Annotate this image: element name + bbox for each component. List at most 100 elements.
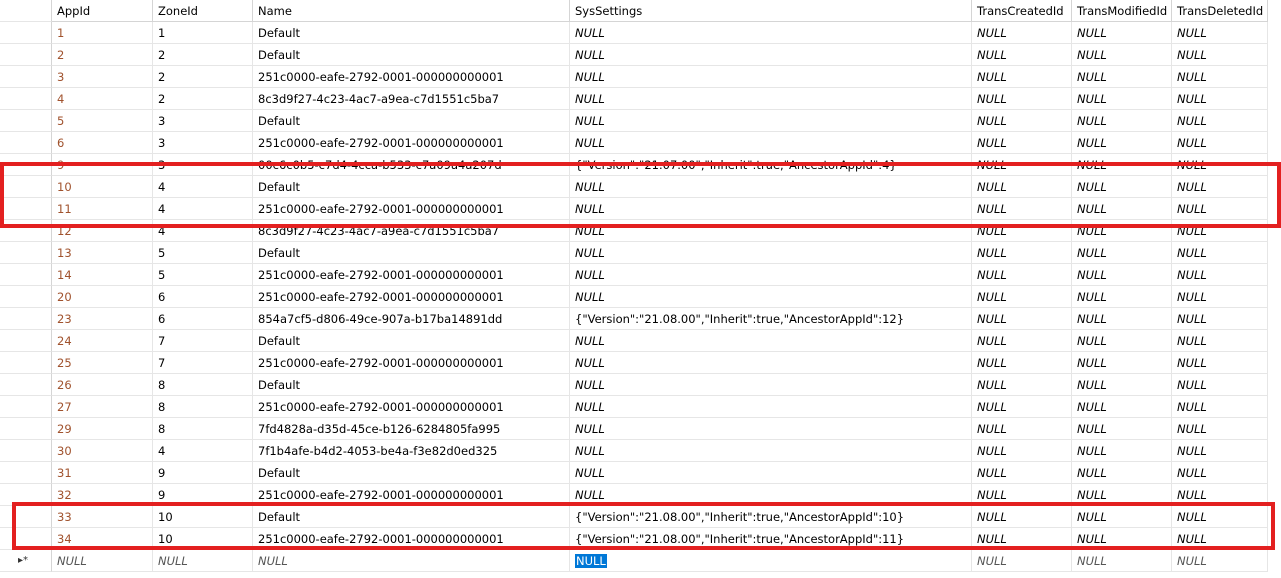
table-cell[interactable]: NULL <box>570 264 972 286</box>
row-selector[interactable] <box>0 286 52 308</box>
column-header-name[interactable]: Name <box>253 0 570 22</box>
table-cell[interactable]: 4 <box>153 176 253 198</box>
table-cell[interactable]: 26 <box>52 374 153 396</box>
table-row[interactable]: 33 10 Default {"Version":"21.08.00","Inheri… <box>0 506 1281 528</box>
table-cell[interactable]: 9 <box>52 154 153 176</box>
row-selector[interactable] <box>0 308 52 330</box>
table-cell[interactable]: NULL <box>1072 132 1172 154</box>
row-selector[interactable] <box>0 264 52 286</box>
table-cell[interactable]: NULL <box>1172 66 1268 88</box>
row-selector[interactable] <box>0 330 52 352</box>
table-cell[interactable]: 2 <box>153 44 253 66</box>
table-cell[interactable]: NULL <box>972 198 1072 220</box>
table-cell[interactable]: {"Version":"21.08.00","Inherit":true,"An… <box>570 528 972 550</box>
table-row[interactable]: 4 2 8c3d9f27-4c23-4ac7-a9ea-c7d1551c5ba7 NU… <box>0 88 1281 110</box>
table-cell[interactable]: NULL <box>972 286 1072 308</box>
table-cell[interactable]: NULL <box>570 44 972 66</box>
table-cell[interactable]: 11 <box>52 198 153 220</box>
table-cell[interactable]: Default <box>253 22 570 44</box>
table-row[interactable]: 5 3 Default NULL NULL NULL NULL <box>0 110 1281 132</box>
table-cell[interactable]: 3 <box>153 132 253 154</box>
table-cell[interactable]: NULL <box>972 396 1072 418</box>
table-cell[interactable]: 10 <box>52 176 153 198</box>
table-cell[interactable]: NULL <box>1172 154 1268 176</box>
row-selector[interactable] <box>0 396 52 418</box>
table-cell[interactable]: NULL <box>1172 286 1268 308</box>
table-cell[interactable]: 4 <box>52 88 153 110</box>
table-cell[interactable]: NULL <box>570 176 972 198</box>
table-cell[interactable]: 30 <box>52 440 153 462</box>
table-cell[interactable]: NULL <box>570 88 972 110</box>
row-selector[interactable] <box>0 528 52 550</box>
table-cell[interactable]: {"Version":"21.07.00","Inherit":true,"An… <box>570 154 972 176</box>
table-cell[interactable]: NULL <box>1172 22 1268 44</box>
row-selector[interactable] <box>0 110 52 132</box>
new-row-cell[interactable]: NULL <box>972 550 1072 572</box>
row-selector[interactable] <box>0 352 52 374</box>
table-cell[interactable]: 4 <box>153 440 253 462</box>
table-cell[interactable]: NULL <box>570 22 972 44</box>
table-cell[interactable]: 25 <box>52 352 153 374</box>
table-cell[interactable]: NULL <box>570 396 972 418</box>
table-cell[interactable]: 1 <box>52 22 153 44</box>
table-cell[interactable]: 7 <box>153 352 253 374</box>
table-cell[interactable]: NULL <box>570 198 972 220</box>
row-selector[interactable] <box>0 242 52 264</box>
table-cell[interactable]: 2 <box>52 44 153 66</box>
table-cell[interactable]: 251c0000-eafe-2792-0001-000000000001 <box>253 396 570 418</box>
table-row[interactable]: 29 8 7fd4828a-d35d-45ce-b126-6284805fa995 N… <box>0 418 1281 440</box>
table-cell[interactable]: NULL <box>570 132 972 154</box>
new-row-cell[interactable]: NULL <box>153 550 253 572</box>
table-cell[interactable]: 5 <box>52 110 153 132</box>
table-cell[interactable]: 6 <box>153 286 253 308</box>
table-cell[interactable]: NULL <box>972 462 1072 484</box>
table-cell[interactable]: NULL <box>1172 506 1268 528</box>
table-cell[interactable]: NULL <box>1072 198 1172 220</box>
table-cell[interactable]: NULL <box>1172 396 1268 418</box>
table-cell[interactable]: 8c3d9f27-4c23-4ac7-a9ea-c7d1551c5ba7 <box>253 88 570 110</box>
table-cell[interactable]: 3 <box>153 110 253 132</box>
table-cell[interactable]: 13 <box>52 242 153 264</box>
table-row[interactable]: 11 4 251c0000-eafe-2792-0001-000000000001 N… <box>0 198 1281 220</box>
table-cell[interactable]: NULL <box>1072 484 1172 506</box>
table-row[interactable]: 23 6 854a7cf5-d806-49ce-907a-b17ba14891dd{… <box>0 308 1281 330</box>
table-cell[interactable]: 8 <box>153 396 253 418</box>
table-row[interactable]: 6 3 251c0000-eafe-2792-0001-000000000001 NU… <box>0 132 1281 154</box>
table-cell[interactable]: NULL <box>1072 110 1172 132</box>
table-cell[interactable]: Default <box>253 374 570 396</box>
table-cell[interactable]: NULL <box>1172 352 1268 374</box>
column-header-transdeletedid[interactable]: TransDeletedId <box>1172 0 1268 22</box>
table-cell[interactable]: 251c0000-eafe-2792-0001-000000000001 <box>253 528 570 550</box>
table-row[interactable]: 20 6 251c0000-eafe-2792-0001-000000000001 N… <box>0 286 1281 308</box>
table-cell[interactable]: 4 <box>153 220 253 242</box>
table-cell[interactable]: 7f1b4afe-b4d2-4053-be4a-f3e82d0ed325 <box>253 440 570 462</box>
table-cell[interactable]: NULL <box>1072 396 1172 418</box>
table-cell[interactable]: 251c0000-eafe-2792-0001-000000000001 <box>253 66 570 88</box>
table-cell[interactable]: 854a7cf5-d806-49ce-907a-b17ba14891dd <box>253 308 570 330</box>
new-row-cell[interactable]: NULL <box>1172 550 1268 572</box>
table-cell[interactable]: NULL <box>570 418 972 440</box>
table-row[interactable]: 3 2 251c0000-eafe-2792-0001-000000000001 NU… <box>0 66 1281 88</box>
table-cell[interactable]: 23 <box>52 308 153 330</box>
table-cell[interactable]: 00c6c0b5-c7d4-4cca-b533-c7a09a4a207d <box>253 154 570 176</box>
table-cell[interactable]: NULL <box>1072 154 1172 176</box>
table-cell[interactable]: NULL <box>570 330 972 352</box>
table-row[interactable]: 12 4 8c3d9f27-4c23-4ac7-a9ea-c7d1551c5ba7 N… <box>0 220 1281 242</box>
table-cell[interactable]: 8 <box>153 374 253 396</box>
table-cell[interactable]: 251c0000-eafe-2792-0001-000000000001 <box>253 286 570 308</box>
table-cell[interactable]: 33 <box>52 506 153 528</box>
table-cell[interactable]: NULL <box>972 154 1072 176</box>
table-cell[interactable]: Default <box>253 506 570 528</box>
table-cell[interactable]: NULL <box>972 264 1072 286</box>
table-row[interactable]: 26 8 Default NULL NULL NULL NULL <box>0 374 1281 396</box>
table-row[interactable]: 25 7 251c0000-eafe-2792-0001-000000000001 N… <box>0 352 1281 374</box>
table-cell[interactable]: 8c3d9f27-4c23-4ac7-a9ea-c7d1551c5ba7 <box>253 220 570 242</box>
table-row[interactable]: 14 5 251c0000-eafe-2792-0001-000000000001 N… <box>0 264 1281 286</box>
table-row[interactable]: 32 9 251c0000-eafe-2792-0001-000000000001 N… <box>0 484 1281 506</box>
table-cell[interactable]: NULL <box>1072 22 1172 44</box>
table-cell[interactable]: NULL <box>1072 462 1172 484</box>
table-cell[interactable]: 2 <box>153 88 253 110</box>
table-cell[interactable]: NULL <box>1172 484 1268 506</box>
table-cell[interactable]: 10 <box>153 528 253 550</box>
table-cell[interactable]: NULL <box>1072 308 1172 330</box>
